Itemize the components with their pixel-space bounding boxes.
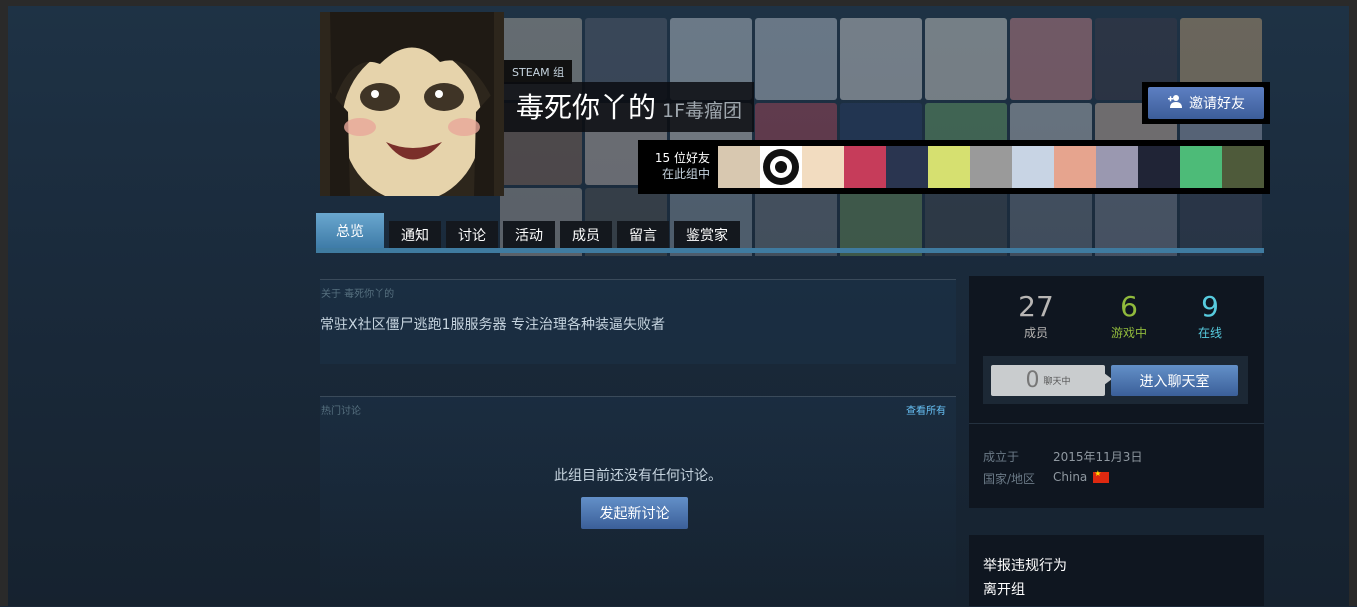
friend-avatar[interactable] [928,146,970,188]
friends-count-number: 15 位好友 [654,151,710,165]
country-label: 国家/地区 [983,472,1036,486]
online-count: 9 [1201,290,1219,323]
chat-count-label: 聊天中 [1043,377,1071,387]
china-flag-icon [1093,469,1110,483]
leave-group-link[interactable]: 离开组 [983,579,1025,599]
friend-avatar[interactable] [970,146,1012,188]
group-abbreviation: 1F毒瘤团 [662,100,743,122]
ingame-label: 游戏中 [1110,326,1147,340]
tab-overview[interactable]: 总览 [316,213,384,249]
members-count: 27 [1018,290,1054,323]
founded-row: 成立于 2015年11月3日 [983,448,1142,465]
group-stats-panel: 27 成员 6 游戏中 9 在线 0 聊天中 进入聊天室 成立于 2015年11… [969,276,1264,508]
friends-count-sub: 在此组中 [661,167,710,181]
add-friend-icon [1167,94,1183,112]
friend-avatar[interactable] [760,146,802,188]
friend-avatar[interactable] [1180,146,1222,188]
divider [969,423,1264,424]
invite-label: 邀请好友 [1189,96,1245,112]
steam-group-tag: STEAM 组 [504,60,573,84]
friend-avatar[interactable] [1096,146,1138,188]
friend-avatar[interactable] [1138,146,1180,188]
friends-in-group: 15 位好友 在此组中 [638,140,1270,194]
about-section: 关于 毒死你丫的 常驻X社区僵尸逃跑1服服务器 专注治理各种装逼失败者 [320,279,956,364]
friends-count: 15 位好友 在此组中 [638,140,718,194]
invite-container: 邀请好友 [1142,82,1270,124]
ingame-count: 6 [1120,290,1138,323]
group-title: 毒死你丫的 1F毒瘤团 [504,82,755,132]
friend-avatar[interactable] [1222,146,1264,188]
invite-friends-button[interactable]: 邀请好友 [1148,87,1264,119]
tab-events[interactable]: 活动 [503,221,555,249]
tab-underline [316,248,1264,253]
no-discussions-text: 此组目前还没有任何讨论。 [554,468,722,484]
chat-panel: 0 聊天中 进入聊天室 [983,356,1248,404]
tab-members[interactable]: 成员 [560,221,612,249]
friend-avatar[interactable] [1054,146,1096,188]
report-violation-link[interactable]: 举报违规行为 [983,555,1067,575]
friend-avatar[interactable] [802,146,844,188]
online-label: 在线 [1197,326,1222,340]
chat-count: 0 [1025,368,1040,393]
friend-avatar[interactable] [844,146,886,188]
stat-online[interactable]: 9 在线 [1170,292,1250,341]
country-value: China [1053,470,1088,484]
group-actions-panel: 举报违规行为 离开组 [969,535,1264,606]
stat-in-game[interactable]: 6 游戏中 [1089,292,1169,341]
members-label: 成员 [1023,326,1048,340]
tab-discussions[interactable]: 讨论 [446,221,498,249]
about-label: 关于 毒死你丫的 [321,289,395,300]
country-value-wrap: China [1053,469,1110,484]
discussions-label: 热门讨论 [321,406,361,417]
founded-value: 2015年11月3日 [1053,450,1143,464]
group-tabs: 总览 通知 讨论 活动 成员 留言 鉴赏家 [316,213,1264,253]
friend-avatar[interactable] [1012,146,1054,188]
enter-chat-button[interactable]: 进入聊天室 [1111,365,1238,396]
tab-announcements[interactable]: 通知 [389,221,441,249]
friend-avatar[interactable] [886,146,928,188]
group-header: STEAM 组 毒死你丫的 1F毒瘤团 邀请好友 15 位好友 在此组中 [320,12,1270,256]
group-avatar [320,12,504,196]
start-discussion-button[interactable]: 发起新讨论 [581,497,688,529]
tab-comments[interactable]: 留言 [617,221,669,249]
tab-curators[interactable]: 鉴赏家 [674,221,740,249]
country-row: 国家/地区 China [983,469,1110,487]
group-name: 毒死你丫的 [516,91,657,124]
founded-label: 成立于 [983,450,1020,464]
friend-avatar[interactable] [718,146,760,188]
popular-discussions: 热门讨论 查看所有 此组目前还没有任何讨论。 发起新讨论 [320,396,956,607]
friend-avatar-list [718,146,1264,188]
view-all-link[interactable]: 查看所有 [906,402,946,417]
chat-count-badge: 0 聊天中 [991,365,1105,396]
stat-members[interactable]: 27 成员 [996,292,1076,341]
about-text: 常驻X社区僵尸逃跑1服服务器 专注治理各种装逼失败者 [320,317,665,333]
